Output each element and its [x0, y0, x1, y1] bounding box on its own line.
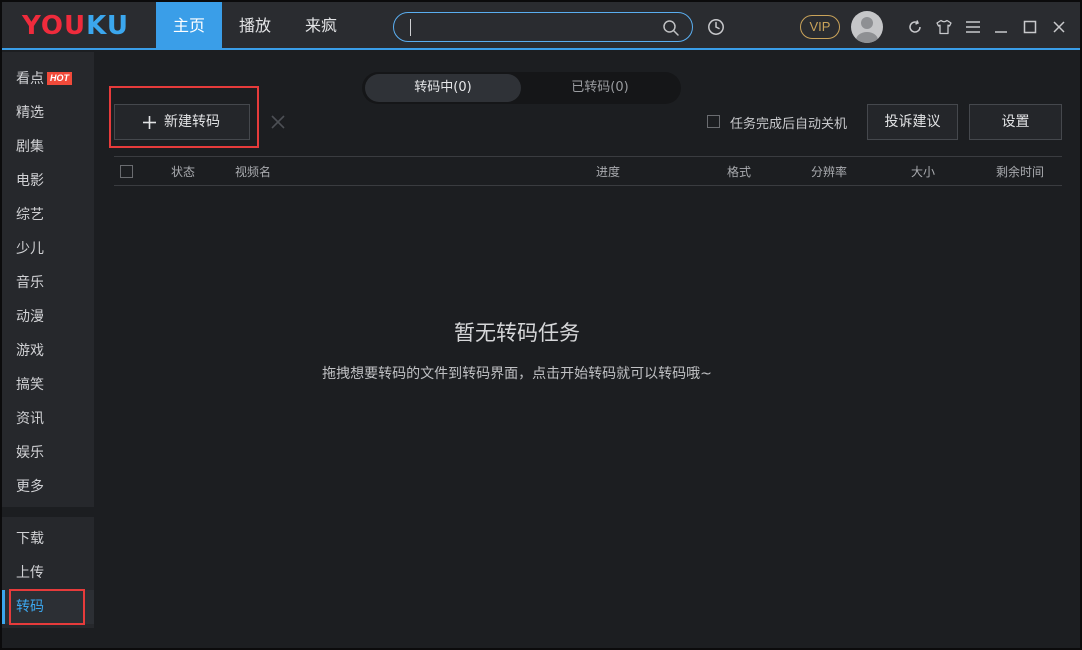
- sidebar-item-upload[interactable]: 上传: [2, 556, 94, 590]
- sidebar-item-dianying[interactable]: 电影: [2, 164, 94, 198]
- transcode-panel: 转码中(0) 已转码(0) 新建转码 任务完成后自动关机 投诉建议 设置 状态 …: [94, 52, 1080, 648]
- close-icon[interactable]: [1052, 20, 1066, 34]
- highlight-transcode-item: [9, 589, 85, 625]
- settings-button[interactable]: 设置: [969, 104, 1062, 140]
- nav-tab-home[interactable]: 主页: [156, 2, 222, 50]
- sidebar-item-dongman[interactable]: 动漫: [2, 300, 94, 334]
- sidebar-item-shaoer[interactable]: 少儿: [2, 232, 94, 266]
- task-table-header: 状态 视频名 进度 格式 分辨率 大小 剩余时间: [114, 156, 1062, 186]
- column-remaining-time: 剩余时间: [996, 165, 1045, 179]
- tab-transcoded[interactable]: 已转码(0): [522, 74, 678, 102]
- sidebar-item-download[interactable]: 下载: [2, 522, 94, 556]
- transcode-status-tabs: 转码中(0) 已转码(0): [362, 72, 681, 104]
- column-size: 大小: [911, 165, 936, 179]
- sidebar-item-label: 看点: [16, 71, 44, 87]
- sidebar-item-yule[interactable]: 娱乐: [2, 436, 94, 470]
- sidebar-item-youxi[interactable]: 游戏: [2, 334, 94, 368]
- sidebar-footer: [2, 628, 94, 648]
- empty-state-description: 拖拽想要转码的文件到转码界面，点击开始转码就可以转码哦~: [322, 366, 712, 382]
- sidebar-item-zongyi[interactable]: 综艺: [2, 198, 94, 232]
- sidebar-item-gaoxiao[interactable]: 搞笑: [2, 368, 94, 402]
- skin-shirt-icon[interactable]: [935, 19, 953, 35]
- nav-tab-laifeng[interactable]: 来疯: [288, 2, 354, 50]
- search-icon[interactable]: [662, 19, 680, 37]
- sidebar-item-yinyue[interactable]: 音乐: [2, 266, 94, 300]
- column-resolution: 分辨率: [811, 165, 848, 179]
- maximize-icon[interactable]: [1023, 20, 1037, 34]
- search-box[interactable]: [393, 12, 693, 42]
- history-clock-icon[interactable]: [707, 18, 725, 36]
- menu-icon[interactable]: [965, 20, 981, 34]
- user-avatar-icon: [856, 17, 878, 43]
- sidebar-item-kandian[interactable]: 看点 HOT: [2, 62, 94, 96]
- minimize-icon[interactable]: [994, 20, 1008, 34]
- hot-badge: HOT: [47, 72, 72, 85]
- sidebar-item-juji[interactable]: 剧集: [2, 130, 94, 164]
- refresh-icon[interactable]: [907, 19, 923, 35]
- logo-letter: K: [86, 11, 107, 41]
- app-window: YOUKU 主页 播放 来疯 VIP 看点 HOT 精选 剧集 电影 综艺 少儿…: [0, 0, 1082, 650]
- sidebar: 看点 HOT 精选 剧集 电影 综艺 少儿 音乐 动漫 游戏 搞笑 资讯 娱乐 更…: [2, 52, 94, 648]
- empty-state-title: 暂无转码任务: [454, 321, 580, 345]
- nav-tab-play[interactable]: 播放: [222, 2, 288, 50]
- logo-letter: U: [106, 11, 129, 41]
- tab-transcoding[interactable]: 转码中(0): [365, 74, 521, 102]
- auto-shutdown-label: 任务完成后自动关机: [730, 117, 848, 132]
- column-format: 格式: [727, 165, 752, 179]
- sidebar-item-zixun[interactable]: 资讯: [2, 402, 94, 436]
- select-all-checkbox[interactable]: [120, 165, 133, 178]
- logo-letter: Y: [22, 11, 41, 41]
- sidebar-divider: [2, 507, 94, 517]
- sidebar-item-gengduo[interactable]: 更多: [2, 470, 94, 504]
- avatar[interactable]: [851, 11, 883, 43]
- column-progress: 进度: [596, 165, 621, 179]
- title-bar: YOUKU 主页 播放 来疯 VIP: [2, 2, 1080, 50]
- vip-badge[interactable]: VIP: [800, 15, 840, 39]
- delete-x-icon[interactable]: [270, 114, 286, 130]
- youku-logo[interactable]: YOUKU: [22, 11, 129, 41]
- auto-shutdown-checkbox[interactable]: [707, 115, 720, 128]
- complain-button[interactable]: 投诉建议: [867, 104, 958, 140]
- highlight-new-transcode: [109, 86, 259, 148]
- sidebar-item-jingxuan[interactable]: 精选: [2, 96, 94, 130]
- column-video-name: 视频名: [235, 165, 272, 179]
- column-status: 状态: [171, 165, 196, 179]
- search-input[interactable]: [408, 17, 648, 37]
- logo-letter: OU: [40, 11, 87, 41]
